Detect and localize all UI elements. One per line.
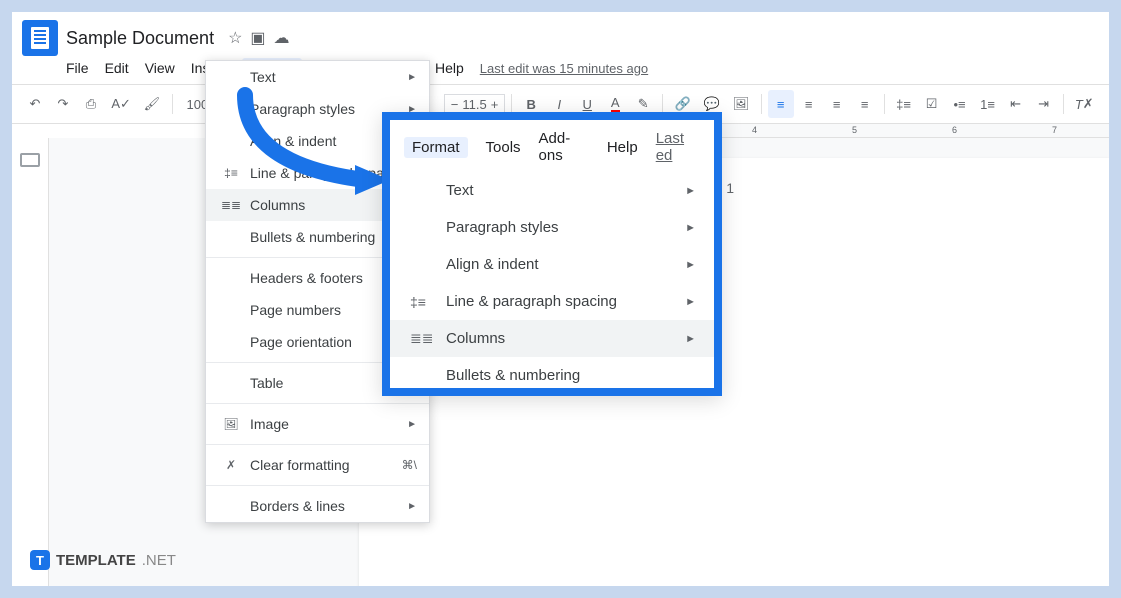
align-justify-button[interactable]: ≡ <box>852 90 878 118</box>
po-menu-tools[interactable]: Tools <box>486 139 521 156</box>
po-menu-help[interactable]: Help <box>607 139 638 156</box>
titlebar: Sample Document ☆ ▣ ☁ <box>12 12 1109 58</box>
menu-help[interactable]: Help <box>435 60 464 76</box>
menubar: File Edit View Insert Format Tools Add-o… <box>12 58 1109 84</box>
outline-icon <box>20 153 40 167</box>
doc-title[interactable]: Sample Document <box>66 28 214 49</box>
zoomed-popout: Format Tools Add-ons Help Last ed Text► … <box>382 112 722 396</box>
po-menubar: Format Tools Add-ons Help Last ed <box>390 120 714 172</box>
line-spacing-button[interactable]: ‡≡ <box>891 90 917 118</box>
menu-view[interactable]: View <box>145 60 175 76</box>
bulleted-list-button[interactable]: •≡ <box>947 90 973 118</box>
star-icon[interactable]: ☆ <box>228 28 242 48</box>
dd-clear-formatting[interactable]: ✗Clear formatting⌘\ <box>206 449 429 481</box>
image-button[interactable]: 🖼 <box>727 90 754 118</box>
po-bullets-numbering[interactable]: Bullets & numbering <box>390 357 714 388</box>
print-button[interactable]: ⎙ <box>78 90 104 118</box>
dd-borders-lines[interactable]: Borders & lines► <box>206 490 429 522</box>
cloud-icon[interactable]: ☁ <box>274 28 290 48</box>
clear-format-icon: ✗ <box>220 458 242 472</box>
po-align-indent[interactable]: Align & indent► <box>390 246 714 283</box>
outdent-button[interactable]: ⇤ <box>1003 90 1029 118</box>
image-icon: 🖼 <box>220 417 242 431</box>
align-left-button[interactable]: ≡ <box>768 90 794 118</box>
spellcheck-button[interactable]: A✓ <box>106 90 136 118</box>
align-right-button[interactable]: ≡ <box>824 90 850 118</box>
docs-logo[interactable] <box>22 20 58 56</box>
undo-button[interactable]: ↶ <box>22 90 48 118</box>
move-icon[interactable]: ▣ <box>250 28 265 48</box>
line-spacing-icon: ‡≡ <box>220 166 242 180</box>
po-paragraph-styles[interactable]: Paragraph styles► <box>390 209 714 246</box>
indent-button[interactable]: ⇥ <box>1031 90 1057 118</box>
po-menu-format[interactable]: Format <box>404 137 468 158</box>
last-edit-link[interactable]: Last edit was 15 minutes ago <box>480 61 648 76</box>
align-center-button[interactable]: ≡ <box>796 90 822 118</box>
checklist-button[interactable]: ☑ <box>919 90 945 118</box>
outline-panel[interactable] <box>12 138 49 586</box>
brand-watermark: T TEMPLATE.NET <box>30 550 176 570</box>
columns-icon: ≣≣ <box>410 330 434 347</box>
columns-icon: ≣≣ <box>220 198 242 212</box>
po-side-number: 1 <box>726 180 734 196</box>
menu-file[interactable]: File <box>66 60 89 76</box>
po-text[interactable]: Text► <box>390 172 714 209</box>
clear-format-button[interactable]: T✗ <box>1070 90 1100 118</box>
po-lastedit[interactable]: Last ed <box>656 130 700 164</box>
dd-text[interactable]: Text► <box>206 61 429 93</box>
line-spacing-icon: ‡≡ <box>410 294 434 310</box>
redo-button[interactable]: ↷ <box>50 90 76 118</box>
numbered-list-button[interactable]: 1≡ <box>975 90 1001 118</box>
po-menu-addons[interactable]: Add-ons <box>539 130 589 164</box>
po-line-spacing[interactable]: ‡≡Line & paragraph spacing► <box>390 283 714 320</box>
menu-edit[interactable]: Edit <box>105 60 129 76</box>
po-columns[interactable]: ≣≣Columns► <box>390 320 714 357</box>
dd-image[interactable]: 🖼Image► <box>206 408 429 440</box>
brand-icon: T <box>30 550 50 570</box>
paint-format-button[interactable]: 🖌 <box>138 90 165 118</box>
